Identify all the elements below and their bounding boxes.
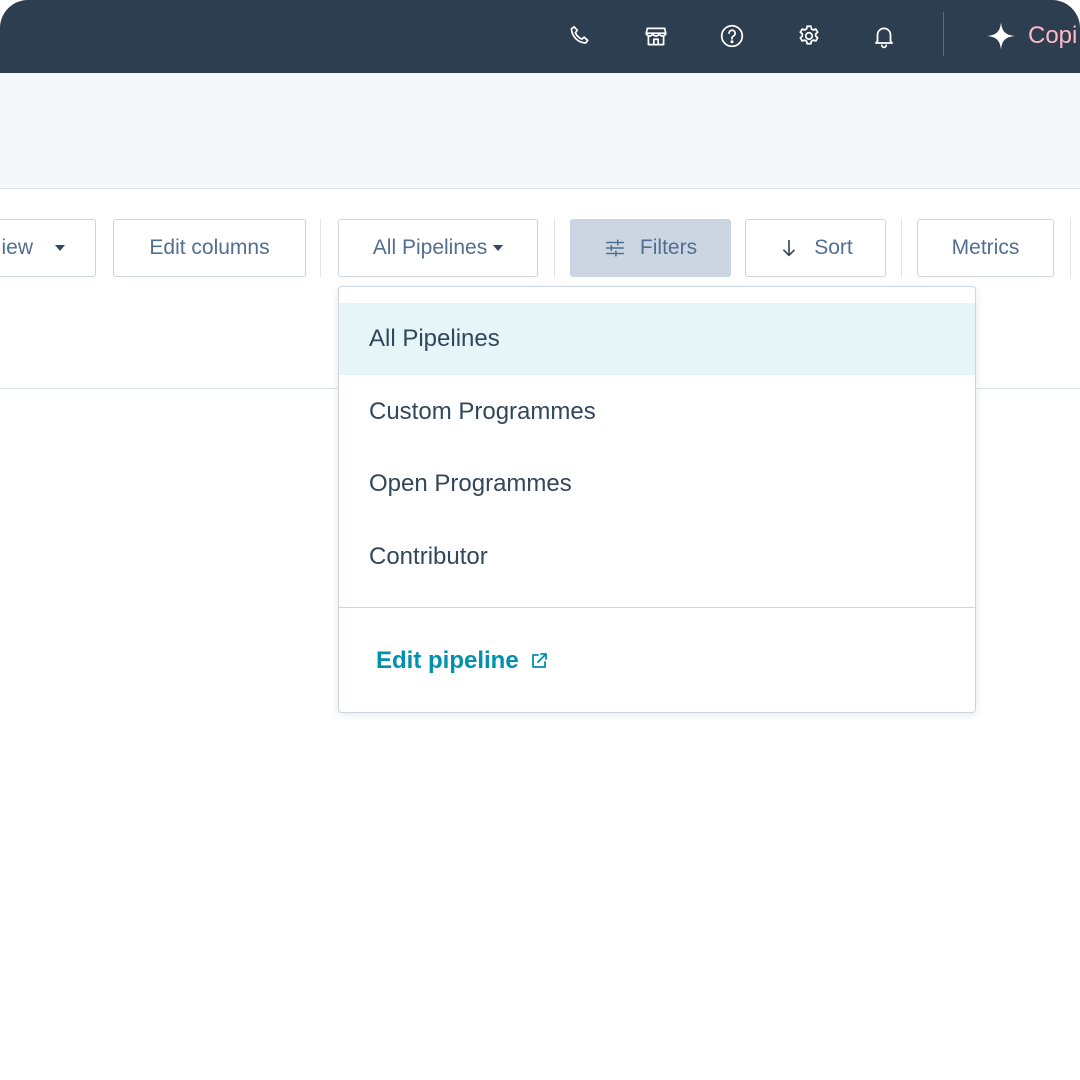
external-link-icon	[531, 653, 547, 668]
toolbar-separator	[320, 219, 321, 277]
pipeline-option-label: Custom Programmes	[369, 398, 596, 425]
metrics-label: Metrics	[951, 236, 1020, 259]
edit-columns-label: Edit columns	[149, 236, 270, 259]
pipeline-option-custom-programmes[interactable]: Custom Programmes	[339, 376, 975, 448]
pipeline-select-button[interactable]: All Pipelines	[338, 219, 538, 277]
view-dropdown-label: iew	[1, 236, 33, 259]
edit-columns-button[interactable]: Edit columns	[113, 219, 306, 277]
sort-label: Sort	[814, 236, 853, 259]
filters-button[interactable]: Filters	[570, 219, 731, 277]
pipeline-dropdown-menu: All Pipelines Custom Programmes Open Pro…	[338, 286, 976, 713]
pipeline-option-open-programmes[interactable]: Open Programmes	[339, 448, 975, 520]
metrics-button[interactable]: Metrics	[917, 219, 1054, 277]
filter-sliders-icon	[605, 239, 624, 257]
toolbar-separator	[554, 219, 555, 277]
sort-button[interactable]: Sort	[745, 219, 886, 277]
caret-down-icon	[55, 245, 65, 251]
help-icon[interactable]	[714, 18, 750, 54]
filters-label: Filters	[639, 236, 698, 259]
arrow-down-icon	[783, 239, 796, 257]
pipeline-option-label: All Pipelines	[369, 325, 500, 352]
edit-pipeline-link[interactable]: Edit pipeline	[376, 643, 549, 679]
edit-pipeline-label: Edit pipeline	[376, 647, 519, 674]
sparkle-icon	[987, 22, 1015, 50]
pipeline-option-label: Open Programmes	[369, 470, 572, 497]
pipeline-option-all-pipelines[interactable]: All Pipelines	[339, 303, 975, 375]
caret-down-icon	[493, 245, 504, 251]
settings-gear-icon[interactable]	[791, 18, 827, 54]
notifications-bell-icon[interactable]	[866, 18, 902, 54]
top-navigation-bar: Copi	[0, 0, 1080, 73]
toolbar-separator	[901, 219, 902, 277]
copilot-button[interactable]: Copi	[986, 18, 1077, 54]
pipeline-option-contributor[interactable]: Contributor	[339, 521, 975, 593]
menu-divider	[339, 607, 975, 608]
phone-icon[interactable]	[562, 18, 598, 54]
pipeline-option-label: Contributor	[369, 543, 488, 570]
pipeline-select-label: All Pipelines	[372, 236, 488, 259]
nav-divider	[943, 12, 944, 56]
page-header-area	[0, 73, 1080, 189]
view-dropdown-button[interactable]: iew	[0, 219, 96, 277]
toolbar-separator	[1070, 219, 1071, 277]
app-frame: Copi iew Edit columns All Pipelines Filt…	[0, 0, 1080, 1080]
copilot-label: Copi	[1028, 22, 1078, 49]
marketplace-icon[interactable]	[638, 18, 674, 54]
